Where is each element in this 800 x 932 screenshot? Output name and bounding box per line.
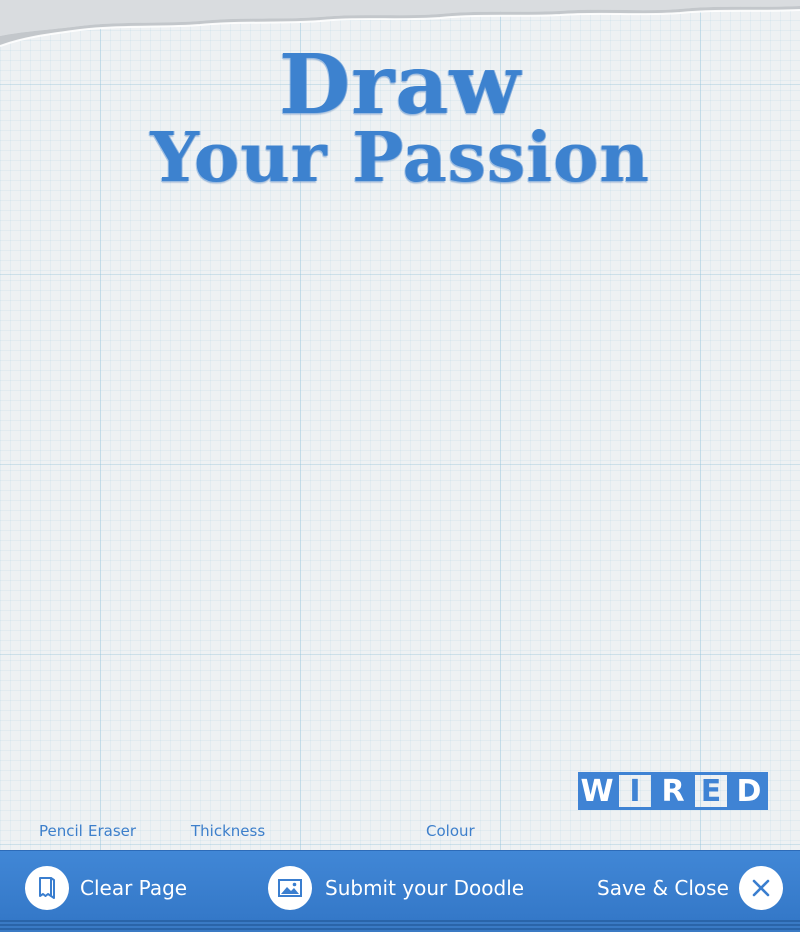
wired-logo: W I R E D <box>578 772 768 810</box>
image-icon <box>268 866 312 910</box>
submit-doodle-button[interactable]: Submit your Doodle <box>268 865 524 911</box>
save-close-label: Save & Close <box>597 876 729 900</box>
close-icon <box>738 866 783 910</box>
eraser-tool[interactable]: Eraser <box>88 822 136 840</box>
page-icon <box>25 866 69 910</box>
clear-page-label: Clear Page <box>80 876 188 900</box>
wired-logo-letter-r: R <box>654 772 692 810</box>
bottom-toolbar: Clear Page Submit your Doodle Save & Clo… <box>0 850 800 921</box>
toolbar-base-stripes <box>0 920 800 932</box>
wired-logo-letter-e: E <box>692 772 730 810</box>
submit-doodle-label: Submit your Doodle <box>325 876 525 900</box>
drawing-canvas[interactable] <box>0 200 800 760</box>
save-close-button[interactable]: Save & Close <box>597 865 783 911</box>
title-your-passion: Your Passion <box>150 118 650 198</box>
thickness-control[interactable]: Thickness <box>191 822 265 840</box>
wired-logo-letter-w: W <box>578 772 616 810</box>
clear-page-button[interactable]: Clear Page <box>25 865 187 911</box>
pencil-tool[interactable]: Pencil <box>39 822 83 840</box>
colour-picker[interactable]: Colour <box>426 822 475 840</box>
wired-logo-letter-i: I <box>616 772 654 810</box>
wired-logo-letter-d: D <box>730 772 768 810</box>
title-draw: Draw <box>278 37 522 133</box>
